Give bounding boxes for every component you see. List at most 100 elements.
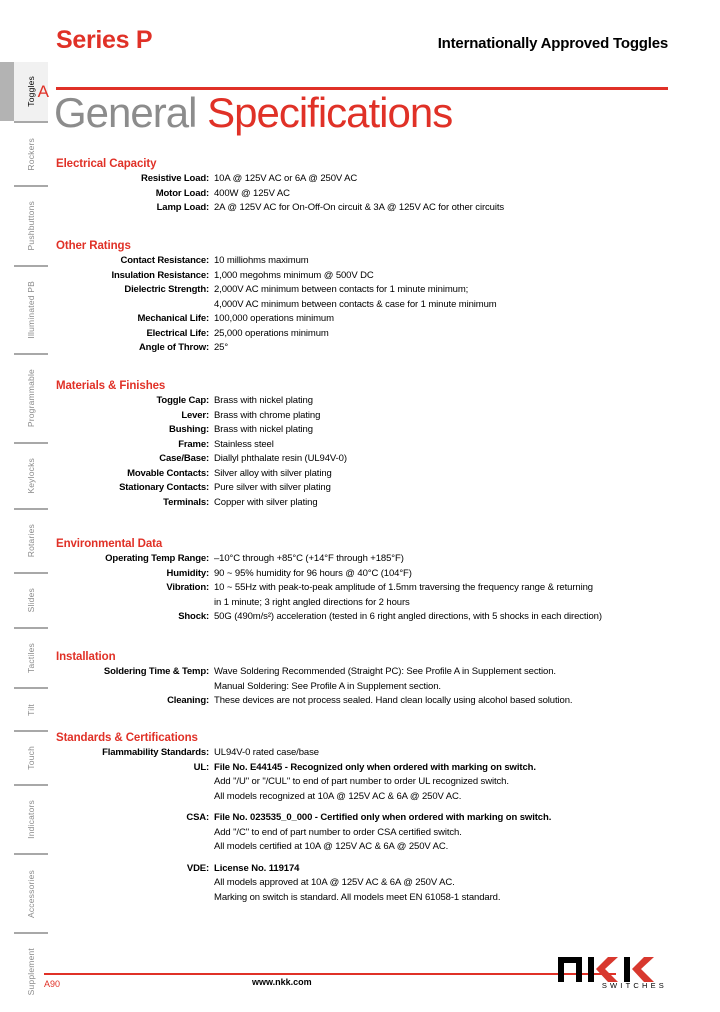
- section-heading: Electrical Capacity: [56, 158, 157, 170]
- spec-value: 10A @ 125V AC or 6A @ 250V AC: [214, 173, 358, 184]
- spec-value: Marking on switch is standard. All model…: [214, 891, 501, 903]
- spec-value: Wave Soldering Recommended (Straight PC)…: [214, 666, 556, 677]
- spec-label: Lever:: [181, 409, 209, 421]
- sidebar-tab-indicators[interactable]: Indicators: [14, 783, 48, 853]
- spec-value: All models certified at 10A @ 125V AC & …: [214, 841, 449, 852]
- spec-row: Soldering Time & Temp: Wave Soldering Rec…: [56, 665, 668, 680]
- sidebar-tab-accessories[interactable]: Accessories: [14, 853, 48, 932]
- spec-value: Brass with nickel plating: [214, 424, 313, 435]
- spec-label: Contact Resistance:: [120, 255, 210, 266]
- sidebar-tab-label: Accessories: [26, 869, 36, 918]
- spec-label: Resistive Load:: [141, 173, 209, 184]
- spec-row: Resistive Load: 10A @ 125V AC or 6A @ 250…: [56, 172, 668, 187]
- spec-row: Angle of Throw: 25°: [56, 341, 668, 356]
- series-title: Series P: [56, 26, 153, 54]
- section-installation: Installation Soldering Time & Temp: Wave S…: [56, 651, 668, 709]
- spec-label: Electrical Life:: [146, 327, 209, 339]
- sidebar-tab-touch[interactable]: Touch: [14, 729, 48, 784]
- spec-row: Lever: Brass with chrome plating: [56, 409, 668, 424]
- spec-value: 100,000 operations minimum: [214, 313, 334, 324]
- spec-value: 10 ~ 55Hz with peak-to-peak amplitude of…: [214, 582, 593, 593]
- sidebar-tab-tilt[interactable]: Tilt: [14, 687, 48, 729]
- spec-label: Motor Load:: [155, 187, 209, 199]
- spec-label: Humidity:: [166, 567, 210, 579]
- section-heading: Other Ratings: [56, 240, 131, 252]
- sidebar-tab-label: Slides: [26, 587, 36, 613]
- spec-label: Movable Contacts:: [127, 467, 209, 479]
- page-number: A90: [44, 979, 61, 989]
- spec-value: 2A @ 125V AC for On-Off-On circuit & 3A …: [214, 202, 505, 213]
- spec-row: CSA: File No. 023535_0_000 - Certified on…: [56, 811, 668, 826]
- page-title: General Specifications: [54, 89, 453, 136]
- spec-label: Terminals:: [163, 496, 209, 508]
- spec-label: CSA:: [186, 812, 209, 823]
- category-tab-rail: Toggles A Rockers Pushbuttons Illuminated PB…: [0, 62, 49, 1010]
- spec-label: Lamp Load:: [156, 202, 209, 213]
- nkk-logo-subtext: SWITCHES: [601, 981, 667, 990]
- spec-value: Add "/C" to end of part number to order …: [214, 826, 462, 838]
- spec-row: All models certified at 10A @ 125V AC & …: [56, 840, 668, 855]
- spec-label: UL:: [193, 761, 210, 773]
- sidebar-tab-toggles[interactable]: Toggles A: [0, 62, 49, 122]
- header-subtitle: Internationally Approved Toggles: [437, 35, 668, 52]
- section-heading: Materials & Finishes: [56, 380, 166, 392]
- spec-row: Cleaning: These devices are not process s…: [56, 694, 668, 709]
- spec-value: Pure silver with silver plating: [214, 482, 331, 493]
- sidebar-tab-label: Illuminated PB: [26, 280, 36, 339]
- spec-value: 10 milliohms maximum: [214, 255, 309, 266]
- sidebar-tab-tactiles[interactable]: Tactiles: [14, 626, 48, 688]
- spec-value: 90 ~ 95% humidity for 96 hours @ 40°C (1…: [214, 567, 412, 579]
- datasheet-page: Toggles A Rockers Pushbuttons Illuminated PB…: [0, 0, 720, 1012]
- page-title-general: General: [54, 89, 197, 136]
- spec-row: Lamp Load: 2A @ 125V AC for On-Off-On cir…: [56, 201, 668, 216]
- sidebar-active-section-letter: A: [37, 81, 49, 101]
- spec-row: 4,000V AC minimum between contacts & cas…: [56, 298, 668, 313]
- spec-row: Operating Temp Range: –10°C through +85°C…: [56, 552, 668, 567]
- spec-label: Operating Temp Range:: [105, 553, 209, 564]
- spec-value: All models recognized at 10A @ 125V AC &…: [214, 790, 462, 802]
- sidebar-tab-programmable[interactable]: Programmable: [14, 352, 48, 442]
- sidebar-tab-illuminated-pb[interactable]: Illuminated PB: [14, 264, 48, 353]
- spec-row: Bushing: Brass with nickel plating: [56, 423, 668, 438]
- page-content: Series P Internationally Approved Toggle…: [44, 0, 668, 1012]
- spec-row: Add "/C" to end of part number to order …: [56, 826, 668, 841]
- spec-value: Diallyl phthalate resin (UL94V-0): [214, 453, 347, 464]
- section-materials-finishes: Materials & Finishes Toggle Cap: Brass wit…: [56, 380, 668, 510]
- section-other-ratings: Other Ratings Contact Resistance: 10 milli…: [56, 240, 668, 356]
- sidebar-tab-rotaries[interactable]: Rotaries: [14, 507, 48, 572]
- sidebar-tab-keylocks[interactable]: Keylocks: [14, 441, 48, 508]
- spec-row: Shock: 50G (490m/s²) acceleration (tested…: [56, 610, 668, 625]
- sidebar-tab-label: Touch: [26, 745, 36, 770]
- page-header: Series P Internationally Approved Toggle…: [56, 26, 668, 90]
- sidebar-tab-label: Programmable: [26, 369, 36, 428]
- spec-row: Terminals: Copper with silver plating: [56, 496, 668, 511]
- spec-row: Toggle Cap: Brass with nickel plating: [56, 394, 668, 409]
- spec-row: Mechanical Life: 100,000 operations minim…: [56, 312, 668, 327]
- row-spacer: [56, 855, 668, 862]
- spec-row: Insulation Resistance: 1,000 megohms mini…: [56, 269, 668, 284]
- spec-value: 50G (490m/s²) acceleration (tested in 6 …: [214, 611, 602, 622]
- spec-row: Vibration: 10 ~ 55Hz with peak-to-peak am…: [56, 581, 668, 596]
- spec-value: License No. 119174: [214, 862, 300, 874]
- sidebar-tab-rockers[interactable]: Rockers: [14, 121, 48, 184]
- spec-value: 2,000V AC minimum between contacts for 1…: [214, 284, 469, 295]
- sidebar-tab-supplement[interactable]: Supplement: [14, 932, 48, 1010]
- spec-label: Angle of Throw:: [138, 342, 209, 353]
- section-standards-certifications: Standards & Certifications Flammability S…: [56, 732, 668, 905]
- footer-url[interactable]: www.nkk.com: [252, 977, 312, 987]
- spec-value: Manual Soldering: See Profile A in Suppl…: [214, 680, 441, 692]
- spec-value: 25,000 operations minimum: [214, 327, 329, 339]
- spec-row: Movable Contacts: Silver alloy with silve…: [56, 467, 668, 482]
- spec-value: 25°: [214, 342, 229, 353]
- sidebar-tab-slides[interactable]: Slides: [14, 571, 48, 627]
- spec-row: Manual Soldering: See Profile A in Suppl…: [56, 680, 668, 695]
- spec-row: All models recognized at 10A @ 125V AC &…: [56, 790, 668, 805]
- sidebar-tab-pushbuttons[interactable]: Pushbuttons: [14, 184, 48, 265]
- spec-value: Brass with chrome plating: [214, 409, 321, 421]
- spec-label: Cleaning:: [167, 695, 209, 706]
- section-heading: Installation: [56, 651, 116, 663]
- sidebar-tab-label: Indicators: [26, 800, 36, 840]
- spec-label: Bushing:: [169, 424, 209, 435]
- spec-value: –10°C through +85°C (+14°F through +185°…: [214, 553, 404, 564]
- sidebar-tab-label: Pushbuttons: [26, 200, 36, 251]
